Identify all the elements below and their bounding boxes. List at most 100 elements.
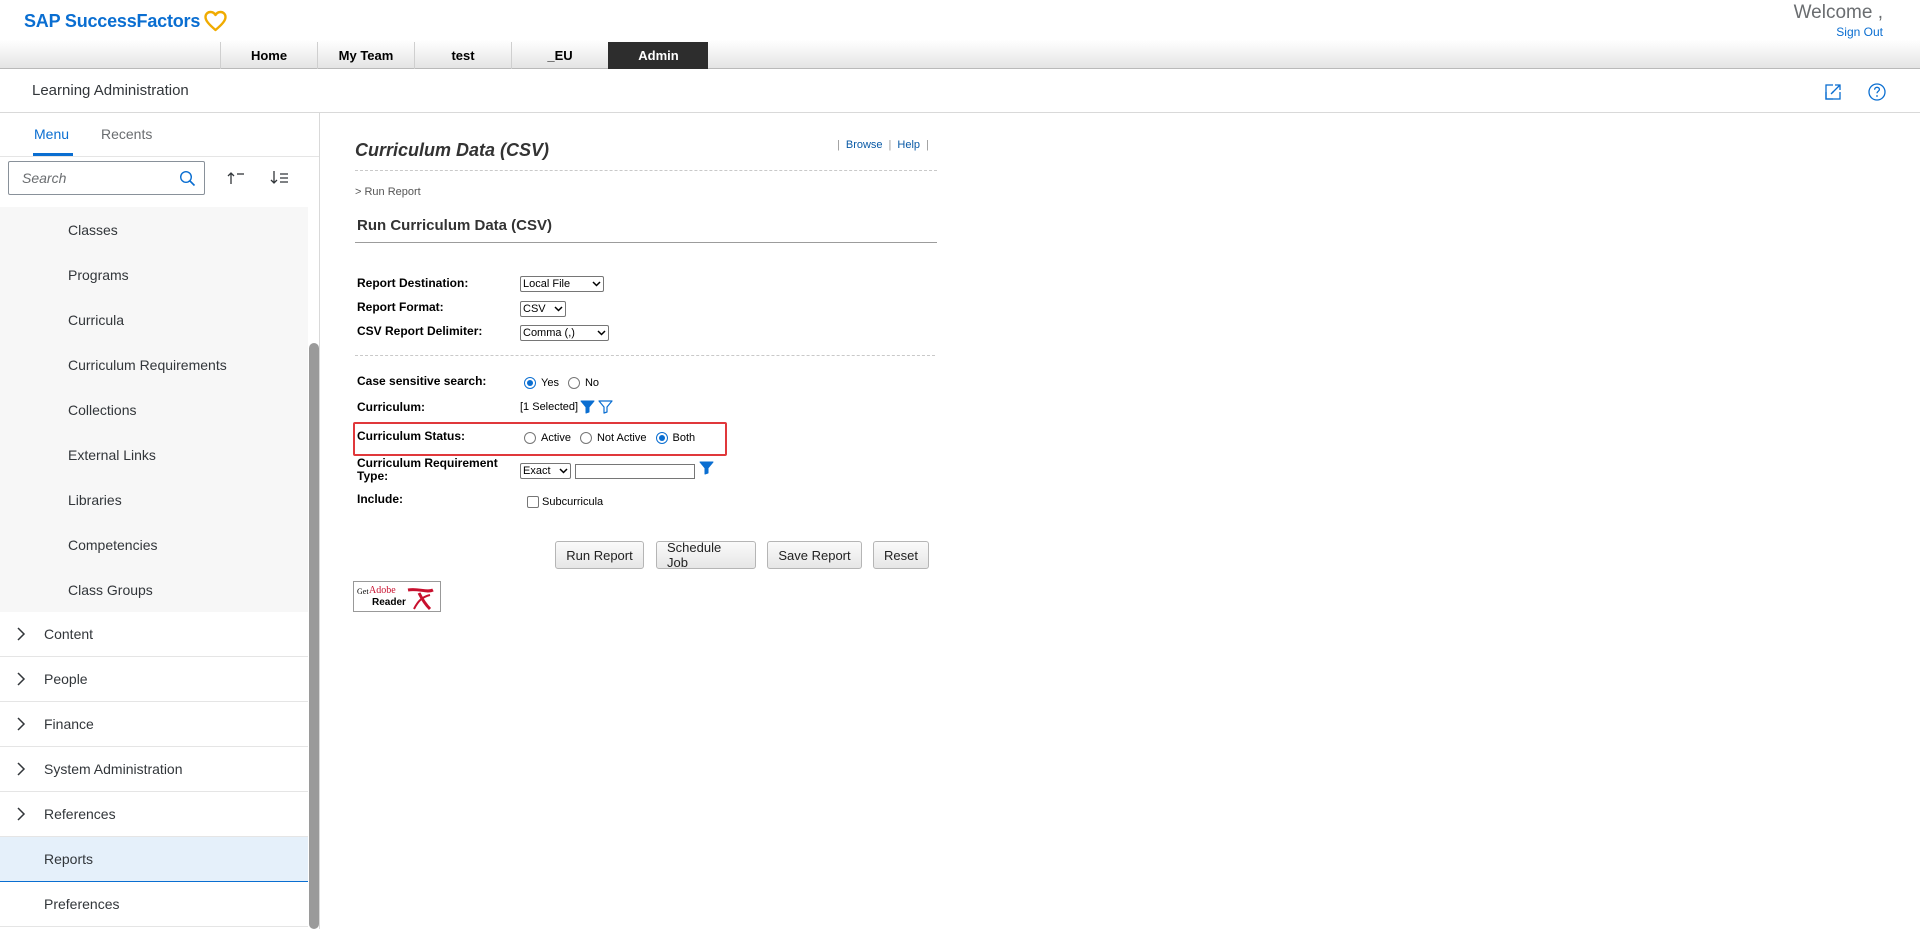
sidebar-item-programs[interactable]: Programs	[0, 252, 308, 297]
section-divider	[355, 242, 937, 243]
divider	[355, 355, 935, 356]
case-no-label: No	[584, 377, 600, 389]
brand-name: SAP SuccessFactors	[24, 10, 201, 31]
sidebar-section-system-administration[interactable]: System Administration	[0, 747, 308, 792]
csv-delimiter-value: Comma (,)	[523, 327, 575, 339]
adobe-logo-icon	[404, 586, 435, 611]
run-report-button[interactable]: Run Report	[555, 541, 644, 569]
sort-descending-icon[interactable]	[268, 167, 292, 189]
csv-delimiter-control: Comma (,)	[520, 325, 609, 341]
brand-logo[interactable]: SAP SuccessFactors	[24, 8, 228, 34]
requirement-type-label-line-2: Type:	[357, 469, 389, 483]
sidebar-section-content[interactable]: Content	[0, 612, 308, 657]
status-both-label: Both	[672, 432, 696, 444]
help-icon[interactable]	[1867, 82, 1887, 102]
sign-out-link[interactable]: Sign Out	[1794, 25, 1883, 39]
sidebar-scrollbar[interactable]	[309, 343, 319, 929]
tab-recents[interactable]: Recents	[101, 126, 152, 142]
active-tab-indicator	[33, 153, 73, 156]
chevron-down-icon	[554, 306, 563, 312]
sidebar-item-libraries[interactable]: Libraries	[0, 477, 308, 522]
case-no-radio[interactable]	[567, 377, 580, 389]
report-destination-control: Local File	[520, 276, 604, 292]
status-both-radio[interactable]	[655, 432, 668, 444]
subcurricula-label: Subcurricula	[542, 496, 604, 508]
top-header: SAP SuccessFactors Welcome , Sign Out Ho…	[0, 0, 1920, 70]
report-destination-select[interactable]: Local File	[520, 276, 604, 292]
curriculum-status-label: Curriculum Status:	[357, 429, 466, 443]
section-title: Run Curriculum Data (CSV)	[357, 217, 553, 234]
include-control: Subcurricula	[527, 496, 603, 508]
sort-ascending-icon[interactable]	[224, 167, 248, 189]
report-format-control: CSV	[520, 301, 566, 317]
tab-menu[interactable]: Menu	[34, 126, 69, 142]
sidebar-item-collections[interactable]: Collections	[0, 387, 308, 432]
nav-tab-test[interactable]: test	[414, 42, 511, 69]
report-format-value: CSV	[523, 303, 546, 315]
case-sensitive-options: Yes No	[524, 377, 608, 389]
report-destination-label: Report Destination:	[357, 276, 469, 290]
nav-tab-eu[interactable]: _EU	[511, 42, 608, 69]
chevron-down-icon	[597, 330, 606, 336]
sidebar-item-external-links[interactable]: External Links	[0, 432, 308, 477]
chevron-down-icon	[592, 281, 601, 287]
status-active-radio[interactable]	[524, 432, 536, 444]
curriculum-control: [1 Selected]	[520, 400, 613, 414]
welcome-text: Welcome ,	[1793, 2, 1883, 23]
schedule-job-button[interactable]: Schedule Job	[656, 540, 756, 570]
heart-icon	[204, 10, 227, 32]
sidebar-item-curricula[interactable]: Curricula	[0, 297, 308, 342]
report-title: Curriculum Data (CSV)	[355, 140, 550, 160]
adobe-brand-text: Adobe	[369, 585, 396, 596]
divider	[355, 170, 937, 171]
sidebar-section-finance[interactable]: Finance	[0, 702, 308, 747]
subcurricula-checkbox[interactable]	[527, 496, 539, 508]
sidebar-section-label: References	[44, 806, 116, 822]
requirement-type-value: Exact	[523, 465, 551, 477]
sidebar: Menu Recents Classes Programs Curricula …	[0, 113, 320, 929]
sidebar-item-competencies[interactable]: Competencies	[0, 522, 308, 567]
adobe-reader-text: Reader	[372, 597, 406, 608]
menu-list: Classes Programs Curricula Curriculum Re…	[0, 207, 308, 927]
sidebar-item-classes[interactable]: Classes	[0, 207, 308, 252]
nav-tab-home[interactable]: Home	[220, 42, 317, 69]
search-input[interactable]	[9, 162, 169, 194]
report-format-select[interactable]: CSV	[520, 301, 566, 317]
sidebar-item-class-groups[interactable]: Class Groups	[0, 567, 308, 612]
sidebar-tabs: Menu Recents	[0, 113, 319, 157]
case-yes-radio[interactable]	[524, 377, 536, 389]
filter-outline-icon[interactable]	[598, 400, 613, 414]
expand-icon[interactable]	[1823, 82, 1843, 102]
requirement-type-input[interactable]	[575, 463, 695, 479]
sidebar-item-preferences[interactable]: Preferences	[0, 882, 308, 927]
filter-icon[interactable]	[699, 461, 714, 475]
csv-delimiter-select[interactable]: Comma (,)	[520, 325, 609, 341]
search-icon[interactable]	[179, 170, 196, 187]
browse-link[interactable]: Browse	[846, 139, 883, 151]
sidebar-section-people[interactable]: People	[0, 657, 308, 702]
app-title: Learning Administration	[32, 82, 189, 99]
sidebar-item-label: Preferences	[44, 896, 120, 912]
case-sensitive-label: Case sensitive search:	[357, 374, 487, 388]
requirement-type-label: Curriculum Requirement Type:	[357, 457, 498, 483]
chevron-right-icon	[17, 807, 26, 821]
filter-icon[interactable]	[580, 400, 595, 414]
nav-tab-admin[interactable]: Admin	[608, 42, 708, 69]
sidebar-section-label: Finance	[44, 716, 94, 732]
help-link[interactable]: Help	[897, 139, 920, 151]
status-not-active-label: Not Active	[596, 432, 647, 444]
curriculum-status-options: Active Not Active Both	[524, 432, 704, 444]
sidebar-item-curriculum-requirements[interactable]: Curriculum Requirements	[0, 342, 308, 387]
sidebar-section-references[interactable]: References	[0, 792, 308, 837]
requirement-type-select[interactable]: Exact	[520, 463, 571, 479]
curriculum-label: Curriculum:	[357, 400, 426, 414]
save-report-button[interactable]: Save Report	[767, 541, 862, 569]
search-box	[8, 161, 205, 195]
app-title-bar: Learning Administration	[0, 70, 1920, 113]
get-adobe-reader-badge[interactable]: Get Adobe Reader	[353, 581, 441, 612]
sidebar-item-reports[interactable]: Reports	[0, 837, 308, 882]
nav-tab-my-team[interactable]: My Team	[317, 42, 414, 69]
status-not-active-radio[interactable]	[579, 432, 592, 444]
reset-button[interactable]: Reset	[873, 541, 929, 569]
sidebar-section-label: Content	[44, 626, 94, 642]
